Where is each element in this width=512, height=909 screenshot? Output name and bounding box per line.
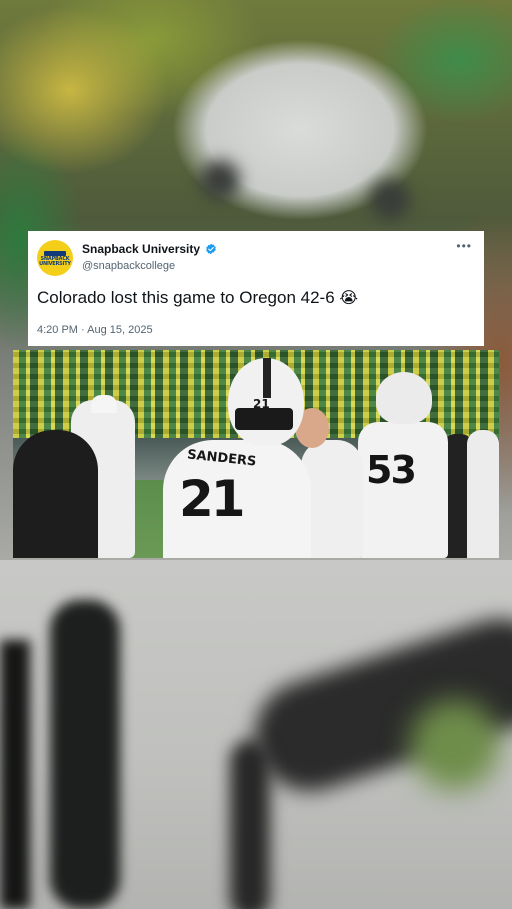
avatar-logo: SNAPBACK UNIVERSITY <box>39 250 71 267</box>
helmet-facemask <box>235 408 293 430</box>
helmet-stripe <box>263 358 271 398</box>
background-blur-shape <box>410 700 500 790</box>
background-blur-shape <box>0 640 30 909</box>
avatar-logo-bottom-text: UNIVERSITY <box>39 260 71 267</box>
verified-badge-icon <box>206 243 217 255</box>
handle[interactable]: @snapbackcollege <box>82 260 175 272</box>
display-name-text: Snapback University <box>82 242 201 256</box>
logo-bar <box>43 250 66 256</box>
display-name[interactable]: Snapback University <box>82 242 217 256</box>
more-options-icon[interactable]: ••• <box>456 239 472 253</box>
tweet-timestamp[interactable]: 4:20 PM · Aug 15, 2025 <box>37 324 153 336</box>
coach-cap <box>91 395 117 413</box>
avatar[interactable]: SNAPBACK UNIVERSITY <box>37 240 73 276</box>
tweet-photo[interactable]: 53 21 SANDERS 21 <box>13 350 499 558</box>
background-blur-shape <box>50 600 120 909</box>
tweet-text: Colorado lost this game to Oregon 42-6 😭 <box>37 288 358 308</box>
loudly-crying-emoji-icon: 😭 <box>339 288 359 307</box>
player-53-number: 53 <box>366 448 417 492</box>
tweet-text-body: Colorado lost this game to Oregon 42-6 <box>37 288 335 307</box>
background-blur-shape <box>230 740 270 909</box>
player-21-number: 21 <box>179 470 246 528</box>
background-blur-shape <box>370 180 410 220</box>
background-blur-shape <box>200 160 240 200</box>
helmet-number: 21 <box>253 397 270 411</box>
tweet-card[interactable]: SNAPBACK UNIVERSITY Snapback University … <box>28 231 484 346</box>
player-53-helmet <box>376 372 432 424</box>
foreground-figure <box>13 430 98 558</box>
staff-figure <box>467 430 499 558</box>
